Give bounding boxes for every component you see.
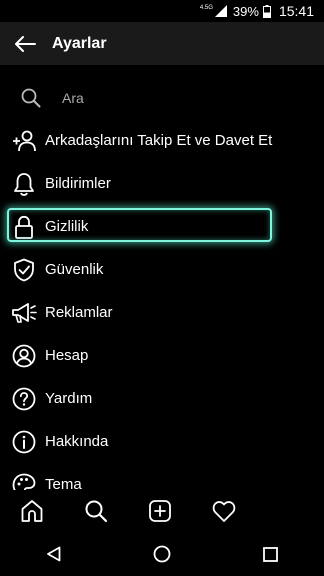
nav-activity-button[interactable] bbox=[192, 490, 256, 532]
help-icon bbox=[3, 387, 45, 411]
system-recents-button[interactable] bbox=[240, 546, 300, 562]
menu-item-label: Hesap bbox=[45, 347, 89, 364]
lock-icon bbox=[3, 215, 45, 239]
settings-menu: Arkadaşlarını Takip Et ve Davet Et Bildi… bbox=[0, 119, 324, 506]
nav-home-button[interactable] bbox=[0, 490, 64, 532]
top-app-bar: Ayarlar bbox=[0, 22, 324, 65]
menu-item-label: Arkadaşlarını Takip Et ve Davet Et bbox=[45, 132, 273, 149]
search-input[interactable] bbox=[62, 90, 262, 106]
menu-item-label: Güvenlik bbox=[45, 261, 104, 278]
menu-item-privacy[interactable]: Gizlilik bbox=[0, 205, 324, 248]
network-type: 4.5G bbox=[199, 5, 213, 11]
back-triangle-icon bbox=[47, 546, 61, 562]
signal-icon bbox=[214, 5, 227, 17]
home-circle-icon bbox=[153, 545, 171, 563]
megaphone-icon bbox=[3, 302, 45, 324]
page-title: Ayarlar bbox=[52, 34, 107, 52]
arrow-left-icon bbox=[15, 35, 36, 52]
bottom-nav bbox=[0, 490, 324, 532]
battery-icon bbox=[262, 4, 271, 18]
account-icon bbox=[3, 344, 45, 368]
battery-percent: 39% bbox=[232, 3, 259, 19]
bell-icon bbox=[3, 172, 45, 196]
status-bar: 4.5G 39% 15:41 bbox=[0, 0, 324, 22]
menu-item-ads[interactable]: Reklamlar bbox=[0, 291, 324, 334]
heart-icon bbox=[212, 501, 236, 522]
search-icon bbox=[85, 500, 108, 523]
add-person-icon bbox=[3, 130, 45, 152]
menu-item-label: Hakkında bbox=[45, 433, 109, 450]
menu-item-follow-invite[interactable]: Arkadaşlarını Takip Et ve Davet Et bbox=[0, 119, 324, 162]
back-button[interactable] bbox=[0, 22, 50, 65]
clock: 15:41 bbox=[278, 3, 314, 19]
nav-add-post-button[interactable] bbox=[128, 490, 192, 532]
nav-search-button[interactable] bbox=[64, 490, 128, 532]
system-home-button[interactable] bbox=[132, 545, 192, 563]
menu-item-help[interactable]: Yardım bbox=[0, 377, 324, 420]
search-icon bbox=[0, 88, 62, 108]
menu-item-label: Gizlilik bbox=[45, 218, 89, 235]
recents-square-icon bbox=[262, 546, 278, 562]
home-icon bbox=[21, 500, 43, 522]
menu-item-security[interactable]: Güvenlik bbox=[0, 248, 324, 291]
menu-item-account[interactable]: Hesap bbox=[0, 334, 324, 377]
search-bar[interactable] bbox=[0, 78, 324, 118]
shield-check-icon bbox=[3, 258, 45, 282]
system-nav-bar bbox=[0, 532, 324, 576]
menu-item-label: Bildirimler bbox=[45, 175, 111, 192]
system-back-button[interactable] bbox=[24, 546, 84, 562]
menu-item-label: Reklamlar bbox=[45, 304, 113, 321]
add-post-icon bbox=[149, 500, 171, 522]
info-icon bbox=[3, 430, 45, 454]
menu-item-about[interactable]: Hakkında bbox=[0, 420, 324, 463]
menu-item-notifications[interactable]: Bildirimler bbox=[0, 162, 324, 205]
menu-item-label: Yardım bbox=[45, 390, 93, 407]
